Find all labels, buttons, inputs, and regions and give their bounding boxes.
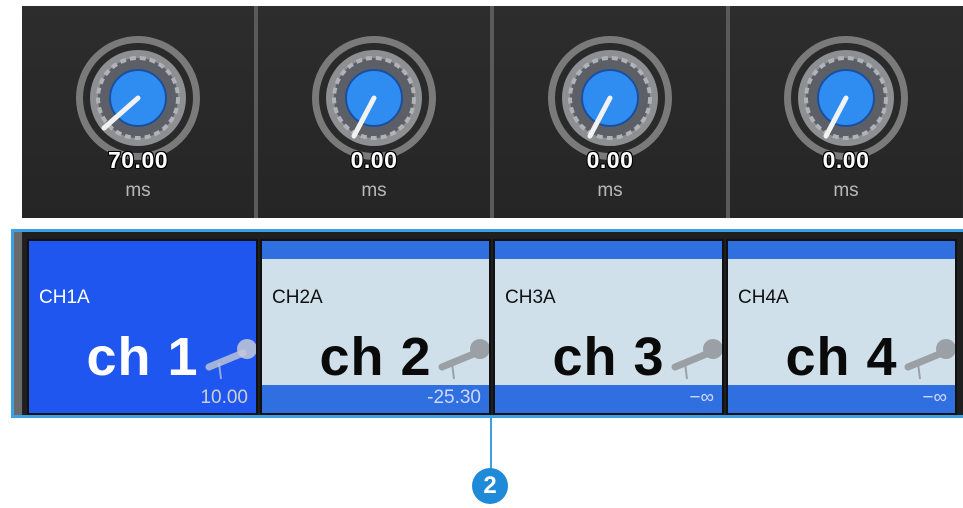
strip-edge [14, 232, 22, 415]
callout-line [490, 418, 492, 470]
channel-id: CH2A [272, 287, 323, 308]
knob-cell-3[interactable]: 0.00 ms [494, 6, 730, 218]
knob-value: 70.00 [107, 147, 169, 173]
channel-id: CH3A [505, 287, 556, 308]
microphone-icon [904, 339, 955, 380]
knob-value: 0.00 [822, 147, 870, 173]
knob-unit: ms [597, 180, 623, 201]
knob-value: 0.00 [586, 147, 634, 173]
callout-badge: 2 [472, 468, 508, 504]
channel-level: -25.30 [427, 387, 481, 408]
knob-unit: ms [125, 180, 151, 201]
microphone-icon [438, 339, 489, 380]
delay-knob-strip: 70.00 ms 0.00 ms 0.00 ms 0.00 ms [22, 6, 963, 218]
channel-select-strip: CH1A ch 1 10.00 CH2A ch 2 -25.30 CH3A ch… [11, 229, 963, 418]
knob-cell-2[interactable]: 0.00 ms [258, 6, 494, 218]
channel-button-3[interactable]: CH3A ch 3 −∞ [493, 239, 724, 415]
knob-icon[interactable] [308, 32, 440, 164]
channel-level: −∞ [689, 387, 714, 408]
channel-id: CH1A [39, 287, 90, 308]
knob-cell-1[interactable]: 70.00 ms [22, 6, 258, 218]
microphone-icon [671, 339, 722, 380]
knob-unit: ms [833, 180, 859, 201]
knob-value: 0.00 [350, 147, 398, 173]
microphone-icon [205, 339, 256, 380]
channel-level: 10.00 [200, 387, 248, 408]
knob-unit: ms [361, 180, 387, 201]
knob-icon[interactable] [544, 32, 676, 164]
channel-button-1[interactable]: CH1A ch 1 10.00 [27, 239, 258, 415]
channel-level: −∞ [922, 387, 947, 408]
channel-button-2[interactable]: CH2A ch 2 -25.30 [260, 239, 491, 415]
knob-icon[interactable] [780, 32, 912, 164]
knob-icon[interactable] [72, 32, 204, 164]
channel-id: CH4A [738, 287, 789, 308]
channel-button-4[interactable]: CH4A ch 4 −∞ [726, 239, 957, 415]
knob-cell-4[interactable]: 0.00 ms [730, 6, 962, 218]
